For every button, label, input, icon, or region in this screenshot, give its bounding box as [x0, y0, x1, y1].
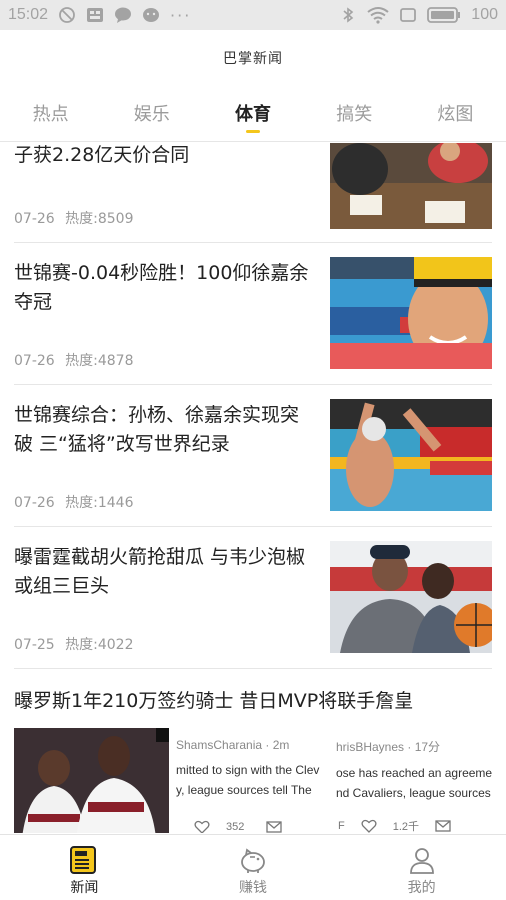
nav-earn[interactable]: 赚钱 — [169, 835, 338, 900]
nav-news[interactable]: 新闻 — [0, 835, 169, 900]
tweet-handle: ShamsCharania · 2m — [176, 738, 290, 752]
mail-icon — [435, 820, 451, 832]
news-title: 子获2.28亿天价合同 — [14, 144, 190, 166]
more-notifications-icon: ··· — [170, 5, 192, 25]
news-icon — [70, 846, 97, 874]
tweet-likes: 1.2千 — [392, 821, 420, 833]
news-thumbnail — [330, 257, 492, 369]
tweet-line: ose has reached an agreeme — [336, 766, 492, 780]
news-meta: 07-26 热度:8509 — [14, 208, 134, 228]
piggy-bank-icon — [241, 848, 265, 873]
news-meta: 07-25 热度:4022 — [14, 634, 134, 654]
news-item[interactable]: 子获2.28亿天价合同 07-26 热度:8509 — [14, 143, 492, 243]
news-title: 世锦赛-0.04秒险胜！100仰徐嘉余夺冠 — [14, 262, 309, 313]
news-image-strip: ShamsCharania · 2m mitted to sign with t… — [14, 728, 492, 833]
battery-icon — [427, 7, 461, 23]
status-bar: 15:02 ··· 100 — [0, 0, 506, 30]
tweet-likes: 352 — [226, 821, 245, 833]
news-date: 07-26 — [14, 495, 55, 511]
news-heat: 热度:4022 — [65, 637, 134, 653]
news-heat: 热度:4878 — [65, 353, 134, 369]
sim-card-icon — [400, 8, 417, 22]
tweet-handle: hrisBHaynes · 17分 — [336, 740, 441, 754]
news-thumbnail — [330, 541, 492, 653]
tab-funny[interactable]: 搞笑 — [304, 90, 405, 141]
news-thumbnail — [330, 143, 492, 229]
nav-label: 新闻 — [70, 880, 99, 896]
status-time: 15:02 — [8, 6, 49, 23]
nav-label: 赚钱 — [239, 880, 267, 896]
news-meta: 07-26 热度:1446 — [14, 492, 134, 512]
tab-sports[interactable]: 体育 — [202, 90, 303, 141]
app-header: 巴掌新闻 — [0, 30, 506, 86]
tweet-prefix: F — [338, 820, 345, 832]
do-not-disturb-icon — [59, 7, 75, 23]
news-date: 07-26 — [14, 353, 55, 369]
heart-icon — [194, 820, 210, 833]
news-title: 曝雷霆截胡火箭抢甜瓜 与韦少泡椒或组三巨头 — [14, 546, 306, 597]
nav-label: 我的 — [407, 880, 436, 896]
category-tabs: 热点 娱乐 体育 搞笑 炫图 — [0, 90, 506, 142]
news-feed: 子获2.28亿天价合同 07-26 热度:8509 世锦赛-0.04秒险胜！10… — [0, 143, 506, 833]
news-date: 07-25 — [14, 637, 55, 653]
tweet-line: mitted to sign with the Clev — [176, 763, 320, 777]
bluetooth-icon — [343, 7, 354, 23]
news-item[interactable]: 世锦赛-0.04秒险胜！100仰徐嘉余夺冠 07-26 热度:4878 — [14, 243, 492, 385]
news-item[interactable]: 曝雷霆截胡火箭抢甜瓜 与韦少泡椒或组三巨头 07-25 热度:4022 — [14, 527, 492, 669]
app-title: 巴掌新闻 — [223, 51, 283, 67]
nav-me[interactable]: 我的 — [337, 835, 506, 900]
mail-icon — [266, 821, 283, 833]
news-title: 曝罗斯1年210万签约骑士 昔日MVP将联手詹皇 — [14, 690, 414, 712]
tab-hot[interactable]: 热点 — [0, 90, 101, 141]
news-title: 世锦赛综合：孙杨、徐嘉余实现突破 三“猛将”改写世界纪录 — [14, 404, 300, 455]
news-heat: 热度:1446 — [65, 495, 134, 511]
battery-level: 100 — [471, 6, 498, 23]
image-notification-icon — [87, 8, 104, 22]
tab-entertainment[interactable]: 娱乐 — [101, 90, 202, 141]
tweet-card: hrisBHaynes · 17分 ose has reached an agr… — [332, 728, 492, 833]
tweet-card: ShamsCharania · 2m mitted to sign with t… — [174, 728, 332, 833]
heart-icon — [361, 819, 377, 833]
news-thumbnail — [330, 399, 492, 511]
news-photo — [14, 728, 169, 833]
news-item[interactable]: 世锦赛综合：孙杨、徐嘉余实现突破 三“猛将”改写世界纪录 07-26 热度:14… — [14, 385, 492, 527]
tweet-line: nd Cavaliers, league sources — [336, 786, 491, 800]
wifi-icon — [367, 7, 389, 24]
bottom-nav: 新闻 赚钱 我的 — [0, 834, 506, 900]
tab-pictures[interactable]: 炫图 — [405, 90, 506, 141]
tweet-line: y, league sources tell The — [176, 783, 312, 797]
news-meta: 07-26 热度:4878 — [14, 350, 134, 370]
chat-bubble-icon — [115, 7, 132, 23]
news-item-large[interactable]: 曝罗斯1年210万签约骑士 昔日MVP将联手詹皇 ShamsCharania ·… — [14, 670, 492, 833]
tweet-actions: F 1.2千 — [338, 818, 451, 833]
person-icon — [409, 848, 434, 874]
tweet-actions: 352 — [194, 820, 283, 833]
wechat-icon — [143, 8, 160, 22]
news-heat: 热度:8509 — [65, 211, 134, 227]
news-date: 07-26 — [14, 211, 55, 227]
